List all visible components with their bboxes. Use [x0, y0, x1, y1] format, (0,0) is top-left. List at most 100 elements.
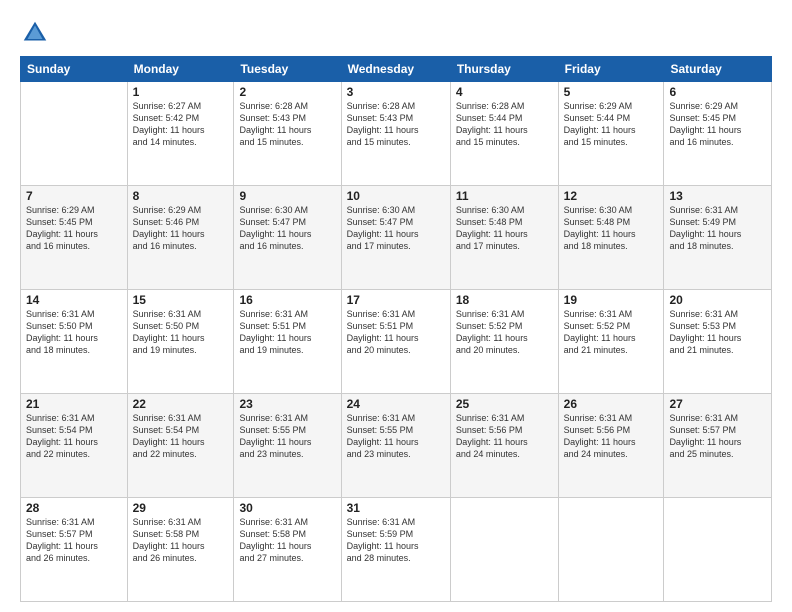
day-info: Sunrise: 6:29 AM Sunset: 5:45 PM Dayligh…: [669, 100, 766, 149]
day-info: Sunrise: 6:30 AM Sunset: 5:47 PM Dayligh…: [239, 204, 335, 253]
day-number: 13: [669, 189, 766, 203]
day-info: Sunrise: 6:31 AM Sunset: 5:53 PM Dayligh…: [669, 308, 766, 357]
day-number: 23: [239, 397, 335, 411]
day-number: 5: [564, 85, 659, 99]
logo-icon: [20, 18, 50, 48]
day-number: 18: [456, 293, 553, 307]
calendar-cell: 21Sunrise: 6:31 AM Sunset: 5:54 PM Dayli…: [21, 394, 128, 498]
header: [20, 18, 772, 48]
calendar-cell: 18Sunrise: 6:31 AM Sunset: 5:52 PM Dayli…: [450, 290, 558, 394]
calendar-cell: 30Sunrise: 6:31 AM Sunset: 5:58 PM Dayli…: [234, 498, 341, 602]
day-info: Sunrise: 6:30 AM Sunset: 5:48 PM Dayligh…: [456, 204, 553, 253]
calendar-cell: 28Sunrise: 6:31 AM Sunset: 5:57 PM Dayli…: [21, 498, 128, 602]
day-info: Sunrise: 6:31 AM Sunset: 5:51 PM Dayligh…: [347, 308, 445, 357]
calendar-cell: 19Sunrise: 6:31 AM Sunset: 5:52 PM Dayli…: [558, 290, 664, 394]
calendar-cell: 22Sunrise: 6:31 AM Sunset: 5:54 PM Dayli…: [127, 394, 234, 498]
day-number: 7: [26, 189, 122, 203]
day-number: 26: [564, 397, 659, 411]
calendar-week-row: 7Sunrise: 6:29 AM Sunset: 5:45 PM Daylig…: [21, 186, 772, 290]
day-number: 15: [133, 293, 229, 307]
day-number: 10: [347, 189, 445, 203]
day-info: Sunrise: 6:31 AM Sunset: 5:54 PM Dayligh…: [26, 412, 122, 461]
day-info: Sunrise: 6:31 AM Sunset: 5:50 PM Dayligh…: [133, 308, 229, 357]
day-info: Sunrise: 6:31 AM Sunset: 5:59 PM Dayligh…: [347, 516, 445, 565]
calendar-week-row: 1Sunrise: 6:27 AM Sunset: 5:42 PM Daylig…: [21, 82, 772, 186]
calendar-week-row: 14Sunrise: 6:31 AM Sunset: 5:50 PM Dayli…: [21, 290, 772, 394]
calendar-cell: 3Sunrise: 6:28 AM Sunset: 5:43 PM Daylig…: [341, 82, 450, 186]
weekday-header: Thursday: [450, 57, 558, 82]
day-number: 14: [26, 293, 122, 307]
calendar-cell: 8Sunrise: 6:29 AM Sunset: 5:46 PM Daylig…: [127, 186, 234, 290]
calendar-cell: 14Sunrise: 6:31 AM Sunset: 5:50 PM Dayli…: [21, 290, 128, 394]
day-number: 27: [669, 397, 766, 411]
day-info: Sunrise: 6:31 AM Sunset: 5:58 PM Dayligh…: [133, 516, 229, 565]
calendar-cell: 25Sunrise: 6:31 AM Sunset: 5:56 PM Dayli…: [450, 394, 558, 498]
day-info: Sunrise: 6:28 AM Sunset: 5:43 PM Dayligh…: [239, 100, 335, 149]
day-info: Sunrise: 6:31 AM Sunset: 5:56 PM Dayligh…: [564, 412, 659, 461]
calendar-cell: 24Sunrise: 6:31 AM Sunset: 5:55 PM Dayli…: [341, 394, 450, 498]
day-info: Sunrise: 6:27 AM Sunset: 5:42 PM Dayligh…: [133, 100, 229, 149]
calendar-week-row: 28Sunrise: 6:31 AM Sunset: 5:57 PM Dayli…: [21, 498, 772, 602]
day-number: 29: [133, 501, 229, 515]
day-info: Sunrise: 6:31 AM Sunset: 5:57 PM Dayligh…: [669, 412, 766, 461]
day-info: Sunrise: 6:28 AM Sunset: 5:43 PM Dayligh…: [347, 100, 445, 149]
calendar-cell: 16Sunrise: 6:31 AM Sunset: 5:51 PM Dayli…: [234, 290, 341, 394]
weekday-header: Friday: [558, 57, 664, 82]
calendar-table: SundayMondayTuesdayWednesdayThursdayFrid…: [20, 56, 772, 602]
day-info: Sunrise: 6:31 AM Sunset: 5:52 PM Dayligh…: [456, 308, 553, 357]
calendar-header-row: SundayMondayTuesdayWednesdayThursdayFrid…: [21, 57, 772, 82]
day-info: Sunrise: 6:31 AM Sunset: 5:56 PM Dayligh…: [456, 412, 553, 461]
calendar-cell: 6Sunrise: 6:29 AM Sunset: 5:45 PM Daylig…: [664, 82, 772, 186]
day-info: Sunrise: 6:28 AM Sunset: 5:44 PM Dayligh…: [456, 100, 553, 149]
calendar-cell: 27Sunrise: 6:31 AM Sunset: 5:57 PM Dayli…: [664, 394, 772, 498]
day-info: Sunrise: 6:31 AM Sunset: 5:58 PM Dayligh…: [239, 516, 335, 565]
calendar-cell: [21, 82, 128, 186]
day-info: Sunrise: 6:30 AM Sunset: 5:47 PM Dayligh…: [347, 204, 445, 253]
day-number: 31: [347, 501, 445, 515]
day-info: Sunrise: 6:30 AM Sunset: 5:48 PM Dayligh…: [564, 204, 659, 253]
day-number: 2: [239, 85, 335, 99]
day-number: 11: [456, 189, 553, 203]
logo: [20, 18, 54, 48]
day-info: Sunrise: 6:31 AM Sunset: 5:49 PM Dayligh…: [669, 204, 766, 253]
day-number: 20: [669, 293, 766, 307]
day-info: Sunrise: 6:31 AM Sunset: 5:51 PM Dayligh…: [239, 308, 335, 357]
day-info: Sunrise: 6:29 AM Sunset: 5:44 PM Dayligh…: [564, 100, 659, 149]
weekday-header: Wednesday: [341, 57, 450, 82]
day-info: Sunrise: 6:31 AM Sunset: 5:55 PM Dayligh…: [239, 412, 335, 461]
day-number: 21: [26, 397, 122, 411]
day-info: Sunrise: 6:31 AM Sunset: 5:52 PM Dayligh…: [564, 308, 659, 357]
calendar-cell: 23Sunrise: 6:31 AM Sunset: 5:55 PM Dayli…: [234, 394, 341, 498]
calendar-cell: 29Sunrise: 6:31 AM Sunset: 5:58 PM Dayli…: [127, 498, 234, 602]
calendar-cell: 31Sunrise: 6:31 AM Sunset: 5:59 PM Dayli…: [341, 498, 450, 602]
day-number: 12: [564, 189, 659, 203]
calendar-cell: 11Sunrise: 6:30 AM Sunset: 5:48 PM Dayli…: [450, 186, 558, 290]
calendar-cell: 4Sunrise: 6:28 AM Sunset: 5:44 PM Daylig…: [450, 82, 558, 186]
calendar-cell: 26Sunrise: 6:31 AM Sunset: 5:56 PM Dayli…: [558, 394, 664, 498]
day-info: Sunrise: 6:29 AM Sunset: 5:46 PM Dayligh…: [133, 204, 229, 253]
calendar-cell: 17Sunrise: 6:31 AM Sunset: 5:51 PM Dayli…: [341, 290, 450, 394]
calendar-cell: 20Sunrise: 6:31 AM Sunset: 5:53 PM Dayli…: [664, 290, 772, 394]
day-number: 22: [133, 397, 229, 411]
calendar-cell: 7Sunrise: 6:29 AM Sunset: 5:45 PM Daylig…: [21, 186, 128, 290]
calendar-cell: 13Sunrise: 6:31 AM Sunset: 5:49 PM Dayli…: [664, 186, 772, 290]
day-number: 17: [347, 293, 445, 307]
calendar-cell: 5Sunrise: 6:29 AM Sunset: 5:44 PM Daylig…: [558, 82, 664, 186]
day-number: 30: [239, 501, 335, 515]
calendar-cell: [450, 498, 558, 602]
day-number: 3: [347, 85, 445, 99]
day-number: 24: [347, 397, 445, 411]
calendar-week-row: 21Sunrise: 6:31 AM Sunset: 5:54 PM Dayli…: [21, 394, 772, 498]
calendar-cell: 15Sunrise: 6:31 AM Sunset: 5:50 PM Dayli…: [127, 290, 234, 394]
day-info: Sunrise: 6:31 AM Sunset: 5:50 PM Dayligh…: [26, 308, 122, 357]
day-number: 1: [133, 85, 229, 99]
day-number: 8: [133, 189, 229, 203]
calendar-cell: [558, 498, 664, 602]
day-number: 9: [239, 189, 335, 203]
calendar-cell: 1Sunrise: 6:27 AM Sunset: 5:42 PM Daylig…: [127, 82, 234, 186]
weekday-header: Monday: [127, 57, 234, 82]
weekday-header: Tuesday: [234, 57, 341, 82]
day-number: 25: [456, 397, 553, 411]
weekday-header: Saturday: [664, 57, 772, 82]
day-number: 28: [26, 501, 122, 515]
